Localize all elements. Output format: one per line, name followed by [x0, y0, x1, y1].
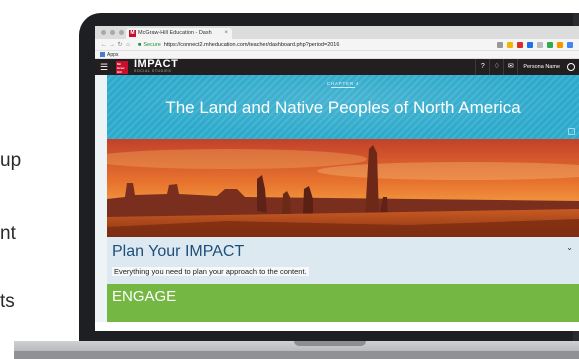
- persona-name[interactable]: Persona Name: [517, 59, 565, 75]
- favicon-icon: M: [129, 30, 136, 37]
- side-text-2: nt: [0, 223, 16, 244]
- extension-icon[interactable]: [547, 42, 553, 48]
- lock-icon: ■: [138, 41, 142, 48]
- chapter-divider: [331, 87, 355, 88]
- menu-icon[interactable]: ☰: [95, 59, 113, 75]
- chapter-banner: CHAPTER 4 The Land and Native Peoples of…: [107, 75, 579, 139]
- extension-icon[interactable]: [497, 42, 503, 48]
- secure-label: Secure: [143, 41, 161, 48]
- chapter-label: CHAPTER 4: [326, 81, 360, 86]
- resource-icon[interactable]: [568, 128, 575, 135]
- desert-landscape-image: [107, 139, 579, 237]
- engage-section[interactable]: ENGAGE: [107, 284, 579, 322]
- mail-icon[interactable]: ✉: [503, 59, 517, 75]
- mcgraw-hill-logo: Mc Graw Hill Education: [116, 60, 132, 78]
- laptop-foot: [14, 351, 579, 359]
- main-content: CHAPTER 4 The Land and Native Peoples of…: [95, 75, 579, 322]
- url-text: https://connect2.mheducation.com/teacher…: [163, 41, 340, 48]
- side-text-1: up: [0, 150, 22, 171]
- engage-title: ENGAGE: [112, 288, 177, 305]
- plan-title: Plan Your IMPACT: [112, 243, 245, 260]
- product-logo: IMPACT SOCIAL STUDIES: [134, 59, 178, 74]
- chevron-down-icon[interactable]: ⌄: [566, 243, 573, 252]
- app-header: ☰ Mc Graw Hill Education IMPACT SOCIAL S…: [95, 59, 579, 78]
- close-tab-icon[interactable]: ×: [224, 28, 228, 39]
- browser-tabstrip: M McGraw-Hill Education - Dash ×: [95, 26, 579, 39]
- forward-icon[interactable]: →: [108, 42, 116, 48]
- header-actions: ? ♢ ✉ Persona Name: [475, 59, 575, 75]
- apps-icon: [100, 52, 105, 58]
- address-bar: ← → ↻ ⌂ ■ Secure https://connect2.mheduc…: [95, 39, 579, 51]
- browser-tab[interactable]: M McGraw-Hill Education - Dash ×: [126, 28, 232, 39]
- plan-subtitle: Everything you need to plan your approac…: [112, 267, 309, 276]
- back-icon[interactable]: ←: [100, 42, 108, 48]
- chapter-title: The Land and Native Peoples of North Ame…: [165, 98, 521, 117]
- tab-title: McGraw-Hill Education - Dash: [138, 30, 212, 36]
- avatar-icon[interactable]: [567, 63, 575, 71]
- bell-icon[interactable]: ♢: [489, 59, 503, 75]
- extension-icon[interactable]: [567, 42, 573, 48]
- extension-icon[interactable]: [557, 42, 563, 48]
- laptop-notch: [294, 341, 366, 346]
- extension-icons: [497, 42, 573, 48]
- help-icon[interactable]: ?: [475, 59, 489, 75]
- laptop-screen: M McGraw-Hill Education - Dash × ← → ↻ ⌂…: [95, 26, 579, 331]
- reload-icon[interactable]: ↻: [116, 41, 124, 48]
- plan-section[interactable]: Plan Your IMPACT Everything you need to …: [107, 237, 579, 284]
- landscape-photo: [107, 139, 579, 237]
- side-text-3: ts: [0, 291, 15, 312]
- bookmark-apps[interactable]: Apps: [107, 52, 118, 58]
- extension-icon[interactable]: [537, 42, 543, 48]
- marketing-stage: up nt ts M McGraw-Hill Education - Dash …: [0, 0, 579, 359]
- laptop-base: [14, 341, 579, 359]
- extension-icon[interactable]: [517, 42, 523, 48]
- window-controls[interactable]: [101, 30, 124, 35]
- extension-icon[interactable]: [527, 42, 533, 48]
- url-field[interactable]: ■ Secure https://connect2.mheducation.co…: [138, 42, 339, 48]
- star-icon[interactable]: [507, 42, 513, 48]
- home-icon[interactable]: ⌂: [124, 42, 132, 48]
